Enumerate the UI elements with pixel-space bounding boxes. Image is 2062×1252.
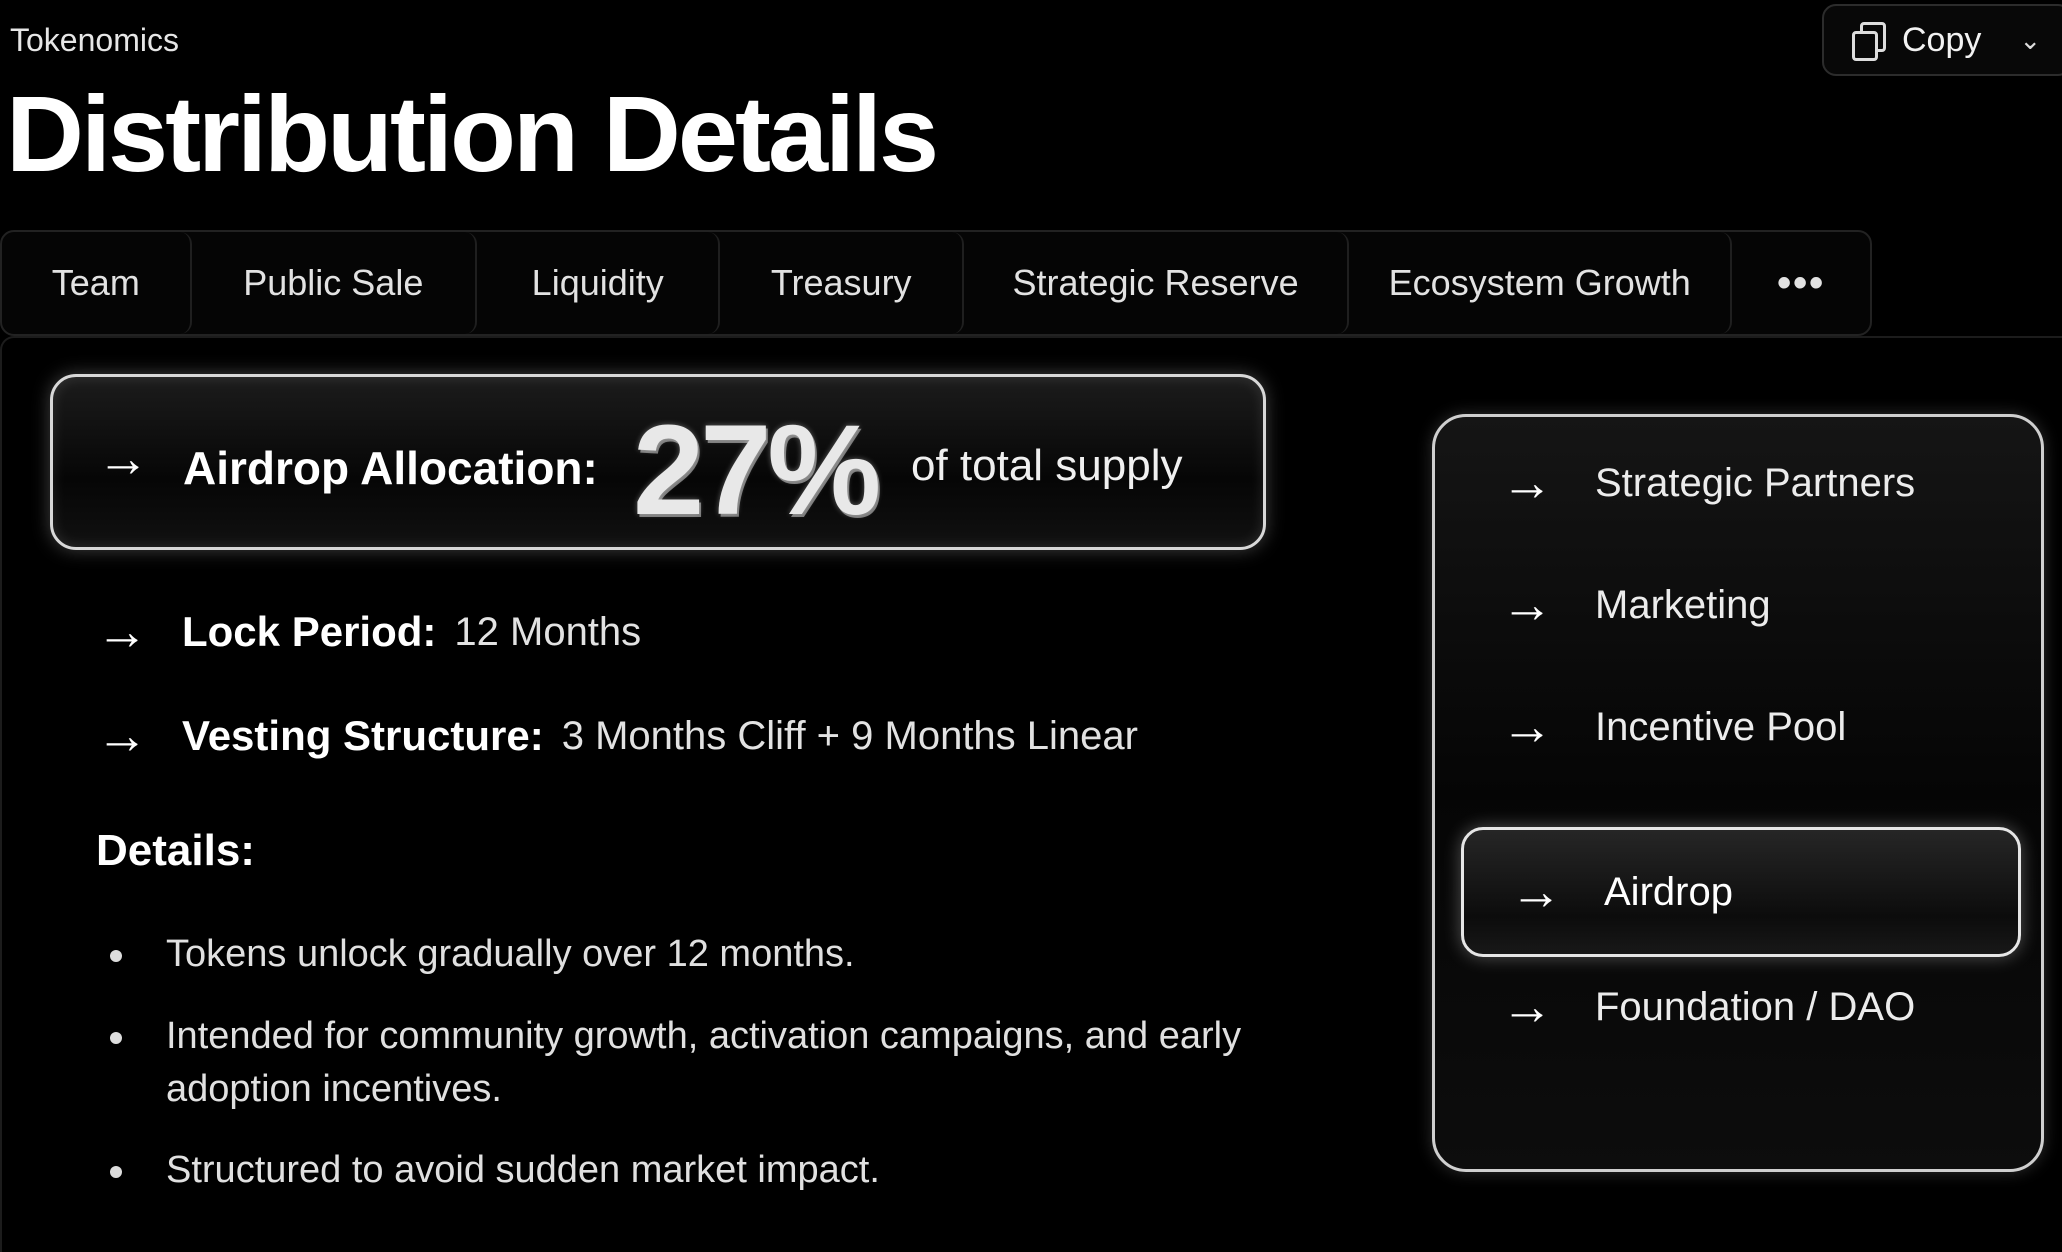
arrow-right-icon: → — [1510, 863, 1562, 921]
tab-ecosystem-growth[interactable]: Ecosystem Growth — [1349, 232, 1733, 334]
allocation-suffix: of total supply — [911, 441, 1183, 490]
arrow-right-icon: → — [1501, 978, 1553, 1036]
tab-public-sale[interactable]: Public Sale — [192, 232, 477, 334]
menu-item-airdrop[interactable]: → Airdrop — [1461, 827, 2021, 957]
list-item: Structured to avoid sudden market impact… — [110, 1144, 1326, 1197]
vesting-structure-key: Vesting Structure: — [182, 712, 544, 759]
tab-liquidity[interactable]: Liquidity — [477, 232, 721, 334]
menu-item-label: Marketing — [1595, 582, 1771, 627]
menu-item-label: Foundation / DAO — [1595, 984, 1916, 1029]
arrow-right-icon: → — [1501, 576, 1553, 634]
bullet-icon — [110, 950, 122, 962]
vesting-structure-row: → Vesting Structure: 3 Months Cliff + 9 … — [96, 710, 1138, 762]
menu-item-foundation-dao[interactable]: → Foundation / DAO — [1455, 941, 2015, 1073]
lock-period-value: 12 Months — [454, 609, 642, 654]
bullet-icon — [110, 1166, 122, 1178]
copy-button[interactable]: Copy ⌄ — [1822, 4, 2062, 76]
list-item: Intended for community growth, activatio… — [110, 1010, 1326, 1116]
menu-item-label: Incentive Pool — [1595, 704, 1847, 749]
breadcrumb[interactable]: Tokenomics — [10, 22, 179, 59]
page-title: Distribution Details — [6, 73, 939, 194]
list-item: Tokens unlock gradually over 12 months. — [110, 928, 1326, 981]
menu-item-incentive-pool[interactable]: → Incentive Pool — [1455, 661, 2015, 793]
list-item-text: Intended for community growth, activatio… — [166, 1015, 1242, 1111]
menu-item-marketing[interactable]: → Marketing — [1455, 539, 2015, 671]
tab-bar: Team Public Sale Liquidity Treasury Stra… — [0, 230, 1872, 336]
copy-icon — [1850, 22, 1886, 61]
tab-strategic-reserve[interactable]: Strategic Reserve — [964, 232, 1350, 334]
allocation-percent: 27% — [633, 399, 881, 542]
allocation-menu: → Strategic Partners → Marketing → Incen… — [1432, 414, 2044, 1172]
arrow-right-icon: → — [96, 603, 148, 661]
copy-button-label: Copy — [1902, 20, 1982, 59]
lock-period-row: → Lock Period: 12 Months — [96, 606, 641, 658]
allocation-card: → Airdrop Allocation: 27% of total suppl… — [50, 374, 1266, 550]
arrow-right-icon: → — [96, 707, 148, 765]
menu-item-strategic-partners[interactable]: → Strategic Partners — [1455, 417, 2015, 549]
arrow-right-icon: → — [1501, 454, 1553, 512]
menu-item-label: Airdrop — [1604, 869, 1733, 914]
list-item-text: Structured to avoid sudden market impact… — [166, 1149, 880, 1191]
lock-period-key: Lock Period: — [182, 608, 437, 655]
menu-item-label: Strategic Partners — [1595, 460, 1916, 505]
tab-treasury[interactable]: Treasury — [720, 232, 964, 334]
bullet-icon — [110, 1032, 122, 1044]
details-title: Details: — [96, 826, 255, 875]
arrow-right-icon: → — [97, 430, 149, 488]
page: Tokenomics Distribution Details Copy ⌄ T… — [0, 0, 2062, 1252]
list-item-text: Tokens unlock gradually over 12 months. — [166, 933, 855, 975]
chevron-down-icon[interactable]: ⌄ — [2019, 25, 2041, 56]
more-tabs-button[interactable]: ••• — [1732, 232, 1870, 334]
vesting-structure-value: 3 Months Cliff + 9 Months Linear — [561, 713, 1138, 758]
tab-team[interactable]: Team — [2, 232, 192, 334]
arrow-right-icon: → — [1501, 698, 1553, 756]
allocation-label: Airdrop Allocation: — [183, 442, 598, 494]
